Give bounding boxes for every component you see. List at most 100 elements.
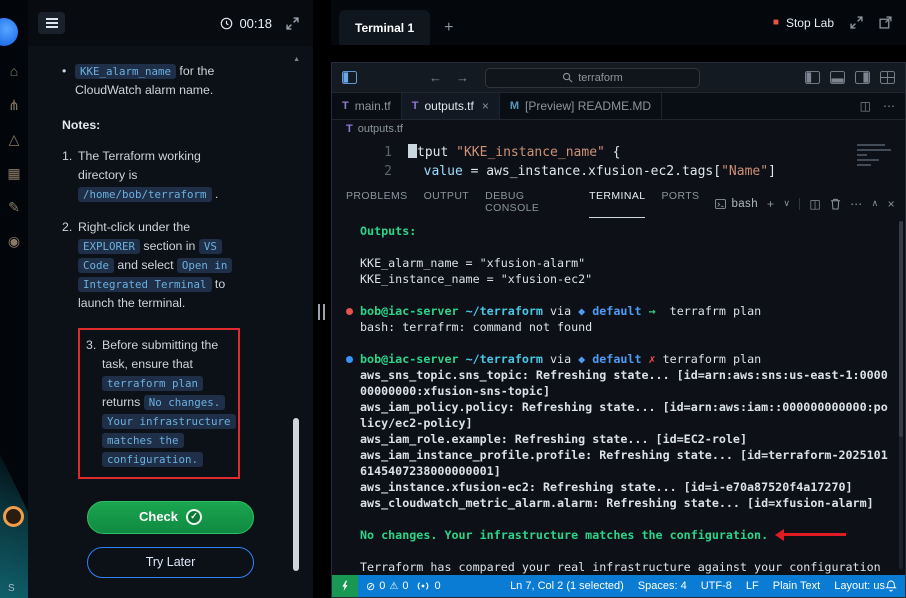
note-number: 2. <box>62 218 78 313</box>
close-icon[interactable]: × <box>482 99 489 113</box>
editor-tab-main-tf[interactable]: Tmain.tf <box>332 93 402 119</box>
sidebar-toggle-icon[interactable] <box>342 71 357 84</box>
selection-block <box>408 144 417 158</box>
note-number: 1. <box>62 147 78 204</box>
panel-tab-problems[interactable]: PROBLEMS <box>346 190 408 218</box>
terminal-tab-1[interactable]: Terminal 1 <box>339 10 430 45</box>
panel-right-icon[interactable] <box>855 71 870 84</box>
user-avatar[interactable] <box>3 506 24 527</box>
terminal-output[interactable]: Outputs:KKE_alarm_name = "xfusion-alarm"… <box>332 215 905 575</box>
edit-icon[interactable]: ✎ <box>8 200 20 214</box>
status-item[interactable]: UTF-8 <box>701 580 732 592</box>
fullscreen-icon[interactable] <box>286 17 299 30</box>
share-nodes-icon[interactable]: ⋔ <box>8 98 20 112</box>
terminal-line <box>360 543 905 559</box>
search-value: terraform <box>578 72 623 84</box>
app-logo[interactable] <box>0 18 18 46</box>
shell-selector[interactable]: bash <box>715 198 758 210</box>
inline-code: EXPLORER <box>78 239 140 254</box>
terraform-file-icon: T <box>412 100 419 112</box>
status-item[interactable]: Plain Text <box>773 580 821 592</box>
panel-tab-debug-console[interactable]: DEBUG CONSOLE <box>485 190 573 218</box>
panel-left-icon[interactable] <box>805 71 820 84</box>
target-icon[interactable]: ◉ <box>8 234 20 248</box>
inline-code: terraform plan <box>102 376 203 391</box>
terminal-line: Outputs: <box>360 223 905 239</box>
ports-status[interactable]: 0 <box>416 580 440 592</box>
status-item[interactable]: Spaces: 4 <box>638 580 687 592</box>
stop-lab-button[interactable]: ■ Stop Lab <box>773 16 834 30</box>
scroll-up-icon[interactable]: ▲ <box>293 56 300 63</box>
vscode-titlebar: ← → terraform <box>332 63 905 93</box>
check-button-label: Check <box>139 507 178 527</box>
expand-icon[interactable] <box>850 16 863 29</box>
customize-layout-icon[interactable] <box>880 71 895 84</box>
check-circle-icon: ✓ <box>186 509 202 525</box>
problems-status[interactable]: ⊘ 0 ⚠ 0 <box>366 580 408 593</box>
more-icon[interactable]: ⋯ <box>850 197 862 211</box>
terminal-line <box>360 287 905 303</box>
terminal-line: KKE_instance_name = "xfusion-ec2" <box>360 271 905 287</box>
terminal-line: aws_sns_topic.sns_topic: Refreshing stat… <box>360 367 905 383</box>
nav-forward-icon[interactable]: → <box>456 70 469 85</box>
apps-grid-icon[interactable]: ▦ <box>7 166 20 180</box>
instructions-panel: 00:18 ▲ • KKE_alarm_name for the CloudWa… <box>28 0 313 598</box>
notes-label: Notes: <box>62 116 240 135</box>
panel-tab-output[interactable]: OUTPUT <box>424 190 470 218</box>
home-icon[interactable]: ⌂ <box>10 64 18 78</box>
clock-icon <box>220 17 233 30</box>
chevron-up-icon[interactable]: ∧ <box>872 198 879 209</box>
panel-tab-terminal[interactable]: TERMINAL <box>589 190 645 218</box>
status-item[interactable]: Ln 7, Col 2 (1 selected) <box>510 580 624 592</box>
annotation-arrow-icon <box>784 533 846 536</box>
split-terminal-icon[interactable]: ◫ <box>809 197 821 211</box>
workspace: Terminal 1 + ■ Stop Lab <box>331 0 906 598</box>
terminal-line: bob@iac-server ~/terraform via ◆ default… <box>360 303 905 319</box>
prompt-status-dot <box>346 308 353 315</box>
close-panel-icon[interactable]: × <box>888 197 895 211</box>
note-text: The Terraform working directory is <box>78 149 201 182</box>
trash-icon[interactable] <box>830 198 841 210</box>
warning-count: 0 <box>402 580 408 592</box>
stop-lab-label: Stop Lab <box>786 16 834 30</box>
footer-letter: S <box>8 583 15 594</box>
remote-indicator[interactable] <box>332 575 358 597</box>
note-item: 2.Right-click under the EXPLORER section… <box>62 218 240 313</box>
task-list-icon[interactable] <box>38 12 65 34</box>
editor-tab-outputs-tf[interactable]: Toutputs.tf× <box>402 93 500 119</box>
prompt-status-dot <box>346 356 353 363</box>
chevron-down-icon[interactable]: ∨ <box>783 198 790 209</box>
code-editor[interactable]: 1tput "KKE_instance_name" {2 value = aws… <box>332 138 905 192</box>
breadcrumb[interactable]: T outputs.tf <box>332 120 905 138</box>
bell-icon[interactable] <box>885 580 897 592</box>
panel-resize-handle[interactable] <box>318 304 325 320</box>
terminal-line: 00000000:xfusion-sns-topic] <box>360 383 905 399</box>
panel-bottom-icon[interactable] <box>830 71 845 84</box>
line-number: 2 <box>332 162 392 181</box>
new-terminal-icon[interactable]: + <box>767 197 774 211</box>
note-item-annotated: 3.Before submitting the task, ensure tha… <box>78 328 240 479</box>
status-item[interactable]: Layout: us <box>834 580 885 592</box>
try-later-label: Try Later <box>146 553 196 572</box>
terminal-line: aws_instance.xfusion-ec2: Refreshing sta… <box>360 479 905 495</box>
add-tab-button[interactable]: + <box>444 20 453 36</box>
search-icon <box>562 72 573 83</box>
terminal-scrollbar[interactable] <box>899 221 903 569</box>
try-later-button[interactable]: Try Later <box>87 547 254 578</box>
split-editor-icon[interactable]: ◫ <box>860 99 871 113</box>
more-actions-icon[interactable]: ⋯ <box>883 99 895 113</box>
terraform-file-icon: T <box>342 100 349 112</box>
nav-back-icon[interactable]: ← <box>429 70 442 85</box>
editor-tab--preview-readme-md[interactable]: M[Preview] README.MD <box>500 93 662 119</box>
markdown-file-icon: M <box>510 100 519 112</box>
terminal-line <box>360 239 905 255</box>
lab-icon[interactable]: △ <box>9 132 20 146</box>
instructions-scrollbar[interactable] <box>293 418 299 571</box>
check-button[interactable]: Check ✓ <box>87 501 254 534</box>
search-box[interactable]: terraform <box>485 68 700 88</box>
timer-value: 00:18 <box>239 16 272 31</box>
panel-tab-ports[interactable]: PORTS <box>661 190 699 218</box>
status-item[interactable]: LF <box>746 580 759 592</box>
minimap[interactable] <box>857 144 897 166</box>
open-new-window-icon[interactable] <box>879 16 892 29</box>
